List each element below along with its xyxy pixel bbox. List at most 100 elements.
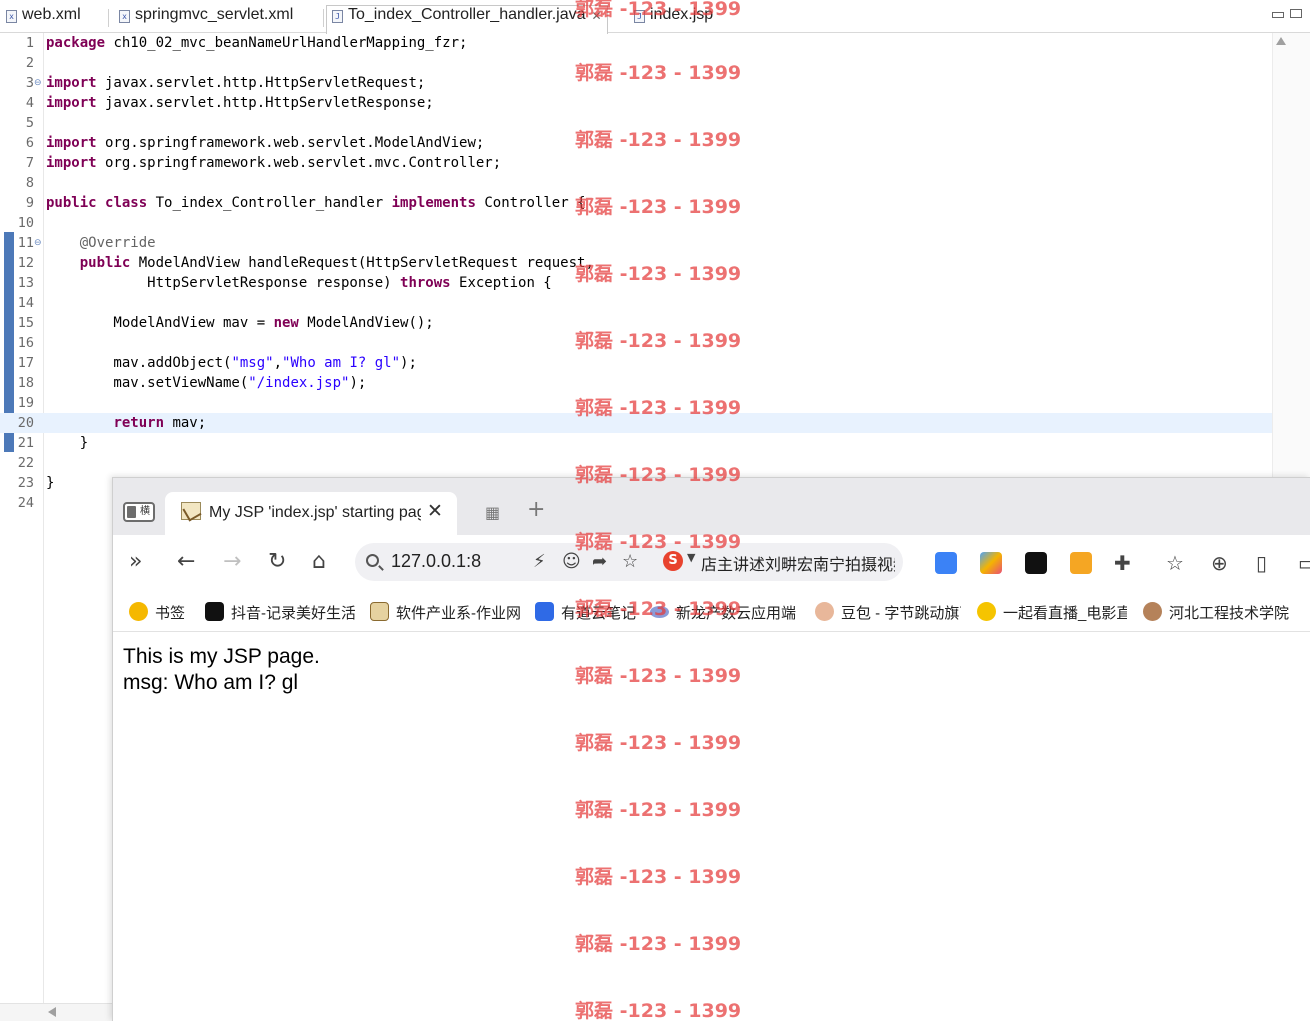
vertical-tabs-button[interactable]: 横 <box>123 502 155 522</box>
code-text: return mav; <box>113 415 207 431</box>
line-number: 13 <box>17 275 34 291</box>
bookmark-item[interactable]: 抖音-记录美好生活 <box>205 601 355 623</box>
bookmark-item[interactable]: 新龙产数云应用端 <box>650 601 802 623</box>
tab-label: springmvc_servlet.xml <box>135 6 294 23</box>
code-line[interactable]: 2 <box>0 53 1272 73</box>
code-line[interactable]: 9 public class To_index_Controller_handle… <box>0 193 1272 213</box>
tab-groups-icon[interactable]: ▦ <box>485 503 500 522</box>
sogou-search-engine-icon[interactable]: S <box>663 551 683 571</box>
line-number: 15 <box>17 315 34 331</box>
scroll-up-arrow-icon[interactable] <box>1276 37 1286 45</box>
code-line[interactable]: 1 package ch10_02_mvc_beanNameUrlHandlerM… <box>0 33 1272 53</box>
chevron-down-icon[interactable]: ▼ <box>687 551 695 564</box>
line-number: 24 <box>17 495 34 511</box>
favicon-icon <box>370 602 389 621</box>
code-line[interactable]: 20 return mav; <box>0 413 1272 433</box>
code-text: import javax.servlet.http.HttpServletRes… <box>46 95 434 111</box>
bookmark-item[interactable]: 书签 <box>129 601 187 623</box>
code-editor[interactable]: 1 package ch10_02_mvc_beanNameUrlHandlerM… <box>0 33 1272 513</box>
code-line[interactable]: 18 mav.setViewName("/index.jsp"); <box>0 373 1272 393</box>
xml-file-icon: x <box>6 10 17 23</box>
line-number: 3 <box>25 75 34 91</box>
code-line[interactable]: 17 mav.addObject("msg","Who am I? gl"); <box>0 353 1272 373</box>
code-line[interactable]: 7 import org.springframework.web.servlet.… <box>0 153 1272 173</box>
tab-web-xml[interactable]: x web.xml <box>6 6 81 33</box>
line-number: 23 <box>17 475 34 491</box>
close-tab-icon[interactable]: ✕ <box>427 500 443 523</box>
extensions-puzzle-icon[interactable]: ✚ <box>1114 551 1131 575</box>
code-line[interactable]: 8 <box>0 173 1272 193</box>
lightning-icon[interactable]: ⚡ <box>533 551 546 572</box>
editor-vertical-scrollbar[interactable] <box>1272 33 1310 503</box>
tab-controller-java[interactable]: J To_index_Controller_handler.java ✕ <box>326 5 608 34</box>
search-suggestion[interactable]: 店主讲述刘畊宏南宁拍摄视频 <box>701 551 895 575</box>
code-line[interactable]: 10 <box>0 213 1272 233</box>
code-line[interactable]: 12 public ModelAndView handleRequest(Htt… <box>0 253 1272 273</box>
bookmarks-bar: 书签 抖音-记录美好生活 软件产业系-作业网 有道云笔记 新龙产数云应用端 豆包… <box>113 591 1310 632</box>
school-icon <box>1143 602 1162 621</box>
tab-index-jsp[interactable]: J index.jsp <box>634 6 713 33</box>
tab-separator <box>323 9 324 27</box>
line-number: 16 <box>17 335 34 351</box>
fold-toggle-icon[interactable]: ⊖ <box>34 73 42 93</box>
mobile-device-icon[interactable]: ▯ <box>1256 551 1267 575</box>
new-tab-button[interactable]: + <box>527 497 545 522</box>
code-line[interactable]: 3 ⊖ import javax.servlet.http.HttpServletR… <box>0 73 1272 93</box>
line-number: 8 <box>25 175 34 191</box>
ai-assistant-extension-icon[interactable] <box>980 552 1002 574</box>
minimize-icon[interactable] <box>1272 12 1284 18</box>
code-text: import javax.servlet.http.HttpServletReq… <box>46 75 426 91</box>
scroll-left-arrow-icon[interactable] <box>48 1007 56 1017</box>
bookmark-star-icon[interactable]: ☆ <box>622 551 638 572</box>
download-icon[interactable]: ⊕ <box>1211 551 1228 575</box>
code-line[interactable]: 15 ModelAndView mav = new ModelAndView()… <box>0 313 1272 333</box>
more-tools-icon[interactable]: » <box>129 549 142 575</box>
code-line[interactable]: 11 ⊖ @Override <box>0 233 1272 253</box>
back-button[interactable]: ← <box>177 549 195 575</box>
editor-horizontal-scrollbar[interactable] <box>0 1003 112 1021</box>
address-url[interactable]: 127.0.0.1:8080/ch10_02_mvc_beanNameUrlHa… <box>391 551 481 572</box>
code-text: HttpServletResponse response) throws Exc… <box>46 275 552 291</box>
code-line[interactable]: 13 HttpServletResponse response) throws … <box>0 273 1272 293</box>
line-number: 20 <box>17 415 34 431</box>
reload-button[interactable]: ↻ <box>268 549 286 575</box>
tab-label: To_index_Controller_handler.java <box>348 6 586 23</box>
robot-assistant-icon[interactable]: ☺ <box>562 551 581 572</box>
tab-springmvc-servlet-xml[interactable]: x springmvc_servlet.xml <box>119 6 293 33</box>
favorites-star-icon[interactable]: ☆ <box>1166 551 1184 575</box>
code-line[interactable]: 16 <box>0 333 1272 353</box>
code-line[interactable]: 19 <box>0 393 1272 413</box>
stock-extension-icon[interactable] <box>1025 552 1047 574</box>
code-line[interactable]: 22 <box>0 453 1272 473</box>
line-number: 9 <box>25 195 34 211</box>
code-line[interactable]: 21 } <box>0 433 1272 453</box>
bookmark-item[interactable]: 豆包 - 字节跳动旗下 <box>815 601 961 623</box>
maximize-icon[interactable] <box>1290 9 1302 18</box>
line-number: 7 <box>25 155 34 171</box>
code-line[interactable]: 14 <box>0 293 1272 313</box>
code-line[interactable]: 5 <box>0 113 1272 133</box>
code-line[interactable]: 6 import org.springframework.web.servlet.… <box>0 133 1272 153</box>
share-icon[interactable]: ➦ <box>592 551 607 572</box>
folder-sync-extension-icon[interactable] <box>1070 552 1092 574</box>
browser-tab-active[interactable]: My JSP 'index.jsp' starting page ✕ <box>165 492 457 535</box>
browser-toolbar: » ← → ↻ ⌂ 127.0.0.1:8080/ch10_02_mvc_bea… <box>113 535 1310 591</box>
forward-button[interactable]: → <box>223 549 241 575</box>
home-button[interactable]: ⌂ <box>312 549 326 575</box>
bookmark-item[interactable]: 河北工程技术学院 <box>1143 601 1291 623</box>
bookmark-item[interactable]: 软件产业系-作业网 <box>370 601 520 623</box>
star-icon <box>129 602 148 621</box>
address-bar[interactable]: 127.0.0.1:8080/ch10_02_mvc_beanNameUrlHa… <box>355 543 903 581</box>
bookmark-item[interactable]: 有道云笔记 <box>535 601 639 623</box>
cloud-icon <box>650 606 669 618</box>
code-text: mav.setViewName("/index.jsp"); <box>46 375 367 391</box>
line-number: 18 <box>17 375 34 391</box>
emoji-icon <box>977 602 996 621</box>
screen-capture-icon[interactable]: ▭ <box>1298 551 1310 575</box>
line-number: 12 <box>17 255 34 271</box>
close-icon[interactable]: ✕ <box>592 9 602 23</box>
fold-toggle-icon[interactable]: ⊖ <box>34 233 42 253</box>
bookmark-item[interactable]: 一起看直播_电影直播 <box>977 601 1127 623</box>
translate-extension-icon[interactable] <box>935 552 957 574</box>
code-line[interactable]: 4 import javax.servlet.http.HttpServletRe… <box>0 93 1272 113</box>
